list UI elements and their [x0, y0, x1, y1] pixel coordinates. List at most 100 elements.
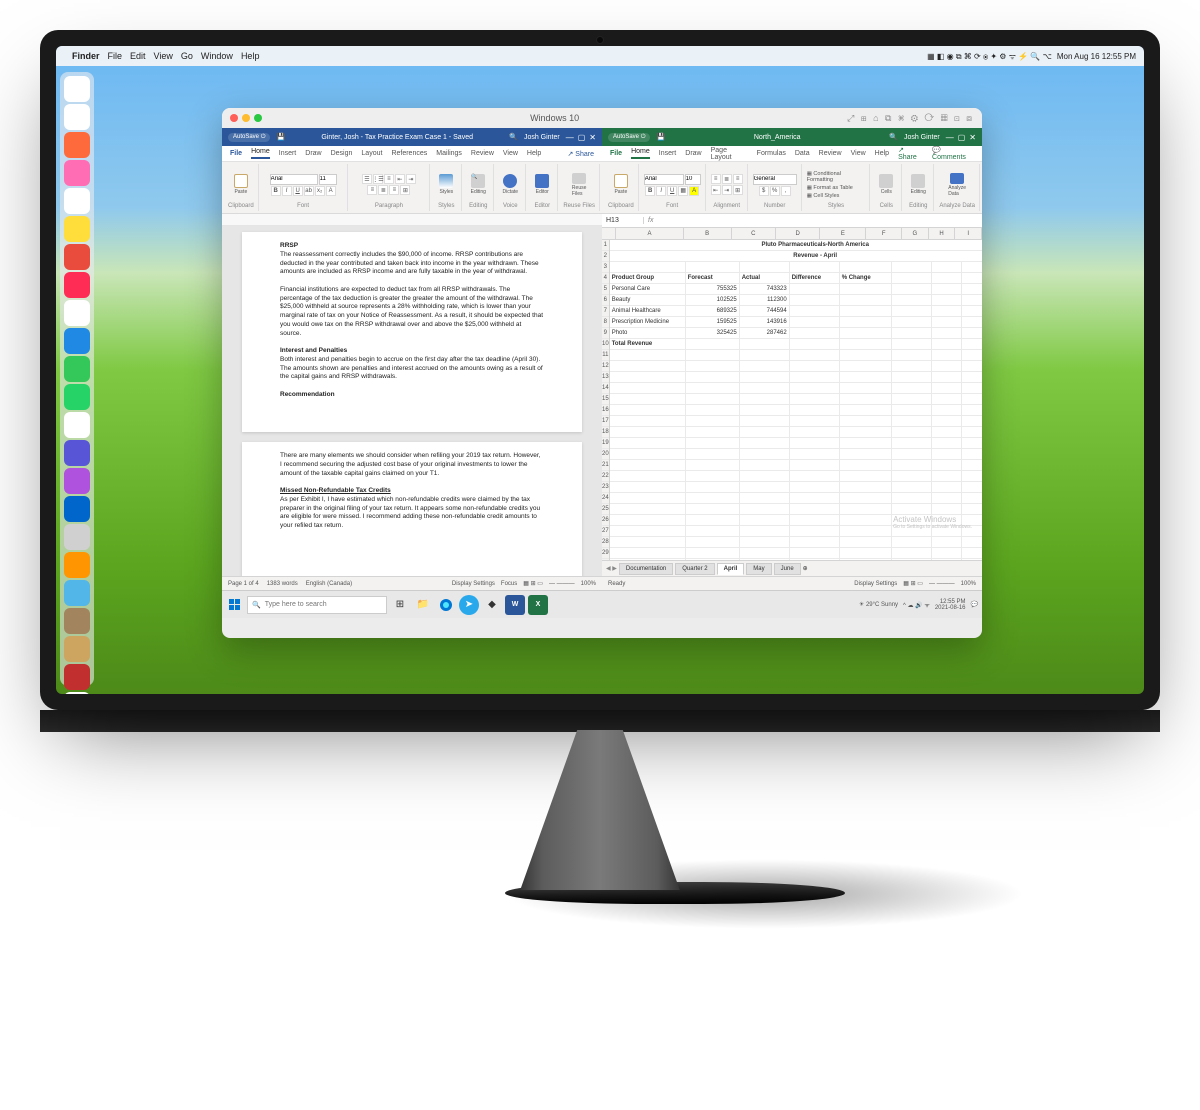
table-row[interactable] [610, 405, 982, 416]
column-headers[interactable]: ABCDEFGHI [602, 228, 982, 240]
system-tray[interactable]: ☀ 29°C Sunny ^ ☁ 🔊 ᯤ 12:55 PM2021-08-16 … [859, 599, 978, 611]
tab-file[interactable]: File [230, 150, 242, 157]
list-buttons[interactable]: ☰⋮☰≡⇤⇥ [362, 174, 416, 184]
paste-button[interactable]: Paste [230, 173, 252, 197]
dock-app-22[interactable] [64, 692, 90, 694]
dock-app-17[interactable] [64, 552, 90, 578]
word-taskbar-icon[interactable]: W [505, 595, 525, 615]
minimize-button[interactable]: — [566, 133, 574, 142]
save-icon[interactable]: 💾 [276, 133, 285, 141]
excel-titlebar[interactable]: AutoSave ⏻ 💾 North_America 🔍 Josh Ginter… [602, 128, 982, 146]
search-icon[interactable]: 🔍 [509, 133, 518, 141]
sheet-tabs[interactable]: ◀ ▶ DocumentationQuarter 2AprilMayJune ⊕ [602, 560, 982, 576]
cell-reference[interactable]: H13 [602, 217, 644, 224]
dock-app-2[interactable] [64, 132, 90, 158]
status-icons[interactable]: ▦ ◧ ◉ ⧉ ⌘ ⟳ ⦿ ✦ ⚙ ᯤ ⚡ 🔍 ⌥ [927, 51, 1052, 62]
dock-app-7[interactable] [64, 272, 90, 298]
styles-button[interactable]: Styles [435, 173, 457, 197]
edge-icon[interactable] [436, 595, 456, 615]
table-row[interactable] [610, 537, 982, 548]
close-button[interactable]: ✕ [589, 133, 596, 142]
tab-help[interactable]: Help [527, 150, 541, 157]
menubar-clock[interactable]: Mon Aug 16 12:55 PM [1057, 52, 1136, 61]
table-row[interactable] [610, 438, 982, 449]
dock-app-4[interactable] [64, 188, 90, 214]
tab-view[interactable]: View [503, 150, 518, 157]
dock-app-0[interactable] [64, 76, 90, 102]
dock-app-21[interactable] [64, 664, 90, 690]
font-select[interactable] [644, 174, 684, 185]
table-row[interactable]: Total Revenue [610, 339, 982, 350]
tab-review[interactable]: Review [471, 150, 494, 157]
table-row[interactable]: Product GroupForecastActualDifference% C… [610, 273, 982, 284]
table-row[interactable]: Prescription Medicine159525143916 [610, 317, 982, 328]
dock-app-15[interactable] [64, 496, 90, 522]
menu-file[interactable]: File [108, 51, 123, 61]
close-button[interactable]: ✕ [969, 133, 976, 142]
tray-icons[interactable]: ^ ☁ 🔊 ᯤ [903, 601, 930, 609]
table-row[interactable] [610, 427, 982, 438]
dock-app-10[interactable] [64, 356, 90, 382]
weather[interactable]: ☀ 29°C Sunny [859, 601, 898, 608]
vm-toolbar-icons[interactable]: ⤢ ⊞ ⌂ ⧉ ⌘ ⚙ ⟳ ▦ ⊡ ⧈ [847, 113, 974, 124]
word-count[interactable]: 1383 words [267, 581, 298, 587]
dock-app-14[interactable] [64, 468, 90, 494]
macos-dock[interactable] [60, 72, 94, 686]
task-view-icon[interactable]: ⊞ [390, 595, 410, 615]
tab-insert[interactable]: Insert [659, 150, 677, 157]
tab-mailings[interactable]: Mailings [436, 150, 462, 157]
menu-help[interactable]: Help [241, 51, 260, 61]
dock-app-9[interactable] [64, 328, 90, 354]
tab-references[interactable]: References [391, 150, 427, 157]
tab-view[interactable]: View [851, 150, 866, 157]
format-as-table[interactable]: ▦ Format as Table [807, 185, 853, 191]
tab-design[interactable]: Design [331, 150, 353, 157]
dock-app-19[interactable] [64, 608, 90, 634]
view-buttons[interactable]: ▦ ⊞ ▭ [523, 580, 543, 587]
display-settings[interactable]: Display Settings [854, 581, 897, 587]
col-header[interactable]: I [955, 228, 982, 239]
gdrive-icon[interactable]: ◆ [482, 595, 502, 615]
table-row[interactable] [610, 482, 982, 493]
editing-button[interactable]: Editing [907, 173, 929, 197]
table-row[interactable]: Photo325425287462 [610, 328, 982, 339]
word-document[interactable]: RRSP The reassessment correctly includes… [222, 226, 602, 576]
font-style-buttons[interactable]: BIU▦A [645, 186, 699, 196]
dock-app-16[interactable] [64, 524, 90, 550]
tab-data[interactable]: Data [795, 150, 810, 157]
sheet-tab-documentation[interactable]: Documentation [619, 563, 673, 575]
table-row[interactable] [610, 471, 982, 482]
cells[interactable]: Pluto Pharmaceuticals-North AmericaReven… [610, 240, 982, 560]
maximize-button[interactable]: ▢ [578, 133, 586, 142]
dock-app-20[interactable] [64, 636, 90, 662]
table-row[interactable] [610, 262, 982, 273]
tab-draw[interactable]: Draw [305, 150, 321, 157]
paste-button[interactable]: Paste [610, 173, 632, 197]
menu-edit[interactable]: Edit [130, 51, 146, 61]
zoom-level[interactable]: 100% [581, 581, 596, 587]
add-sheet-button[interactable]: ⊕ [803, 565, 808, 572]
table-row[interactable] [610, 449, 982, 460]
explorer-icon[interactable]: 📁 [413, 595, 433, 615]
traffic-lights[interactable] [230, 114, 262, 122]
table-row[interactable] [610, 559, 982, 560]
table-row[interactable]: Personal Care755325743323 [610, 284, 982, 295]
table-row[interactable] [610, 416, 982, 427]
dock-app-12[interactable] [64, 412, 90, 438]
sheet-tab-may[interactable]: May [746, 563, 771, 575]
zoom-level[interactable]: 100% [961, 581, 976, 587]
col-header[interactable]: F [866, 228, 902, 239]
dock-app-6[interactable] [64, 244, 90, 270]
cell-styles[interactable]: ▦ Cell Styles [807, 193, 840, 199]
tab-help[interactable]: Help [875, 150, 889, 157]
table-row[interactable] [610, 460, 982, 471]
tab-home[interactable]: Home [631, 148, 650, 159]
word-titlebar[interactable]: AutoSave ⏻ 💾 Ginter, Josh - Tax Practice… [222, 128, 602, 146]
display-settings[interactable]: Display Settings [452, 581, 495, 587]
analyze-button[interactable]: AnalyzeData [946, 173, 968, 197]
maximize-button[interactable]: ▢ [958, 133, 966, 142]
table-row[interactable] [610, 350, 982, 361]
table-row[interactable] [610, 361, 982, 372]
table-row[interactable]: Beauty102525112300 [610, 295, 982, 306]
tab-layout[interactable]: Layout [361, 150, 382, 157]
